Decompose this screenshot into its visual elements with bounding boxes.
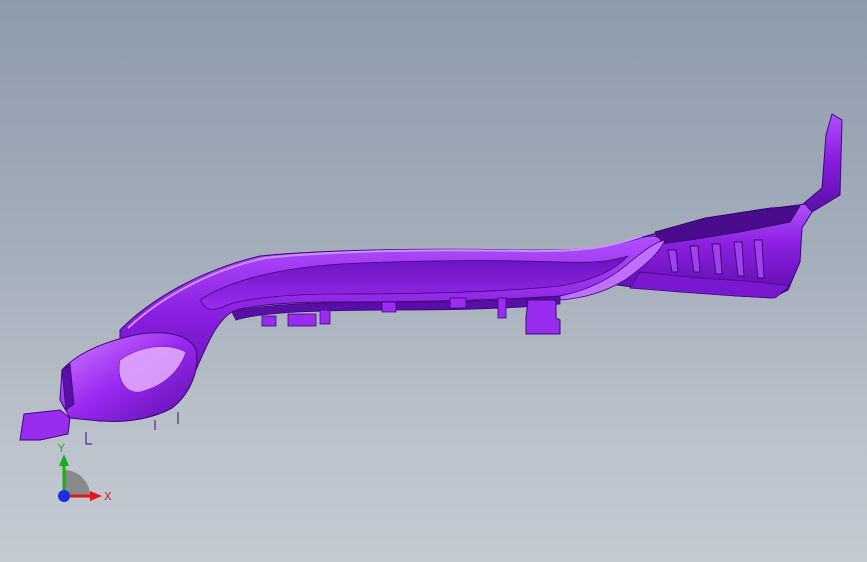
x-axis-arrow-head-icon [90,491,102,501]
cad-part-model[interactable] [0,0,867,562]
model-hanging-bracket [525,299,561,335]
cad-3d-viewport[interactable]: Y X [0,0,867,562]
y-axis-arrow-head-icon [59,454,69,466]
y-axis-label: Y [57,442,65,455]
model-right-upright-tab [794,113,843,213]
coordinate-triad: Y X [57,442,112,503]
x-axis-label: X [104,490,112,503]
z-axis-origin-icon [58,490,70,502]
model-left-mounting-tab [19,409,71,441]
